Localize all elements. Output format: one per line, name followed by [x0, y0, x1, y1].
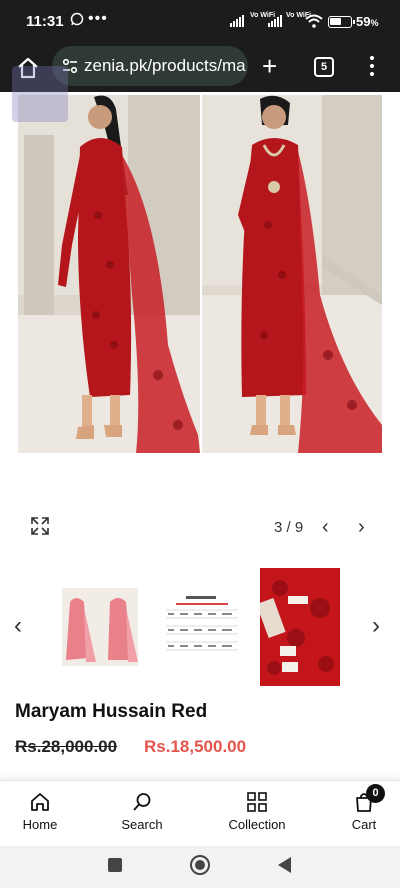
product-image-back[interactable] — [18, 95, 200, 453]
gallery-next-button[interactable]: › — [358, 516, 365, 539]
sale-price: Rs.18,500.00 — [144, 737, 247, 756]
wifi-icon — [305, 14, 323, 32]
battery-icon — [328, 16, 355, 28]
status-bar: 11:31 ••• Vo WiFi Vo WiFi 59% — [0, 0, 400, 44]
image-counter: 3 / 9 — [274, 519, 304, 536]
screen: 11:31 ••• Vo WiFi Vo WiFi 59% zenia.pk/p… — [0, 0, 400, 888]
cart-count-badge: 0 — [366, 784, 385, 803]
system-navigation-bar — [0, 846, 400, 888]
status-time: 11:31 — [26, 13, 64, 30]
signal-icon-2 — [268, 15, 282, 27]
address-bar[interactable]: zenia.pk/products/ma — [52, 46, 248, 86]
nav-cart[interactable]: Cart — [324, 791, 400, 832]
overflow-menu-icon[interactable] — [362, 54, 382, 80]
signal-icon — [230, 15, 244, 27]
thumbnail-3-fabric[interactable] — [260, 568, 340, 686]
nav-search-label: Search — [121, 817, 163, 832]
product-title: Maryam Hussain Red — [15, 701, 208, 722]
more-notifications-icon: ••• — [88, 10, 108, 27]
nav-home-label: Home — [22, 817, 58, 832]
product-image-front[interactable] — [202, 95, 382, 453]
home-icon — [31, 793, 49, 811]
grid-icon — [247, 792, 267, 812]
recents-button[interactable] — [108, 858, 122, 872]
image-overlay-badge — [12, 66, 68, 122]
search-icon — [133, 793, 151, 811]
thumbnail-1[interactable] — [56, 568, 144, 686]
bottom-navigation: Home Search Collection Cart — [0, 780, 400, 846]
back-button[interactable] — [278, 857, 291, 873]
original-price: Rs.28,000.00 — [15, 737, 118, 756]
battery-percent: 59% — [356, 14, 379, 29]
whatsapp-icon — [70, 12, 84, 30]
thumbnails-prev-button[interactable]: ‹ — [14, 612, 22, 640]
thumbnails-next-button[interactable]: › — [372, 612, 380, 640]
nav-collection[interactable]: Collection — [217, 791, 297, 832]
home-button[interactable] — [190, 855, 210, 875]
expand-icon[interactable] — [30, 516, 50, 536]
nav-home[interactable]: Home — [0, 791, 80, 832]
tab-switcher-button[interactable]: 5 — [314, 57, 334, 77]
thumbnail-2-size-chart[interactable] — [158, 568, 246, 686]
nav-search[interactable]: Search — [102, 791, 182, 832]
nav-cart-label: Cart — [351, 817, 377, 832]
nav-collection-label: Collection — [228, 817, 286, 832]
gallery-prev-button[interactable]: ‹ — [322, 516, 329, 539]
url-text: zenia.pk/products/ma — [84, 56, 246, 75]
new-tab-button[interactable]: + — [262, 53, 277, 79]
